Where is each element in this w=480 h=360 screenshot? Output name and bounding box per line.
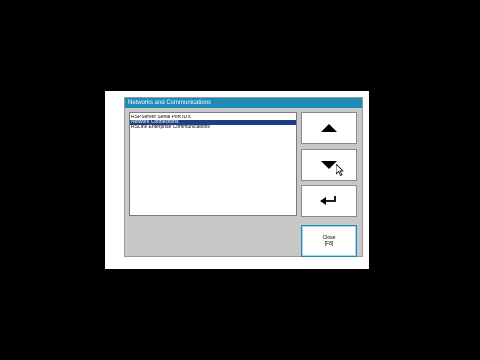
move-down-button[interactable] (301, 149, 357, 181)
arrow-down-icon (321, 161, 337, 169)
close-button[interactable]: Close [F8] (301, 225, 357, 257)
networks-dialog: Networks and Communications RSPServer Se… (124, 97, 363, 257)
options-listbox[interactable]: RSPServer Serial Port ID's Network Conne… (129, 112, 297, 216)
enter-button[interactable] (301, 185, 357, 217)
close-shortcut: [F8] (324, 241, 334, 247)
screen-area: Networks and Communications RSPServer Se… (105, 91, 369, 269)
arrow-up-icon (321, 124, 337, 132)
move-up-button[interactable] (301, 112, 357, 144)
dialog-title: Networks and Communications (125, 98, 362, 108)
enter-return-icon (320, 196, 336, 205)
list-item[interactable]: RSLinx Enterprise Communications (130, 125, 296, 130)
mouse-cursor-icon (336, 164, 344, 176)
